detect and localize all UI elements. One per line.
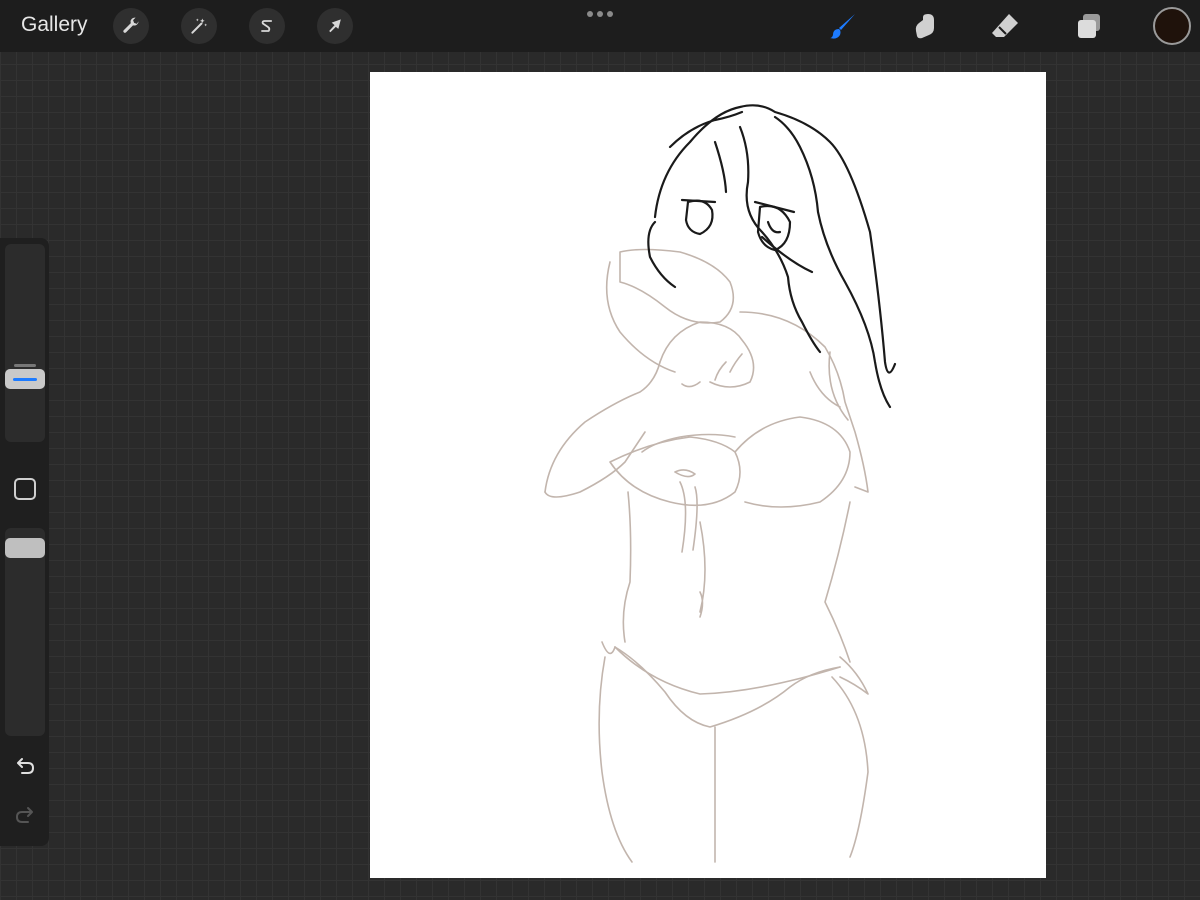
color-picker-button[interactable] [1153,7,1191,45]
brush-size-slider[interactable] [5,244,45,442]
left-sidebar [0,238,49,846]
layers-icon [1078,14,1100,38]
smudge-finger-icon [915,14,934,39]
transform-button[interactable] [317,8,353,44]
brush-tool-button[interactable] [826,9,860,43]
drawing-canvas[interactable] [370,72,1046,878]
redo-button[interactable] [12,803,38,829]
arrow-cursor-icon [329,19,341,33]
actions-button[interactable] [113,8,149,44]
redo-icon [15,807,33,823]
smudge-tool-button[interactable] [908,9,942,43]
top-toolbar: Gallery [0,0,1200,52]
undo-icon [17,758,35,774]
brush-size-thumb[interactable] [5,369,45,389]
sketch-artwork [544,104,897,863]
adjustments-button[interactable] [181,8,217,44]
ellipsis-icon [587,11,593,17]
wrench-icon [123,17,139,33]
undo-button[interactable] [12,754,38,780]
brush-icon [830,14,855,39]
selection-button[interactable] [249,8,285,44]
square-modifier-icon[interactable] [14,478,36,500]
selection-s-icon [261,20,273,32]
magic-wand-icon [191,18,208,34]
opacity-thumb[interactable] [5,538,45,558]
opacity-slider[interactable] [5,528,45,736]
eraser-icon [992,14,1018,37]
gallery-button[interactable]: Gallery [21,13,88,37]
eraser-tool-button[interactable] [988,9,1022,43]
layers-button[interactable] [1072,9,1106,43]
more-options-button[interactable] [587,10,613,18]
